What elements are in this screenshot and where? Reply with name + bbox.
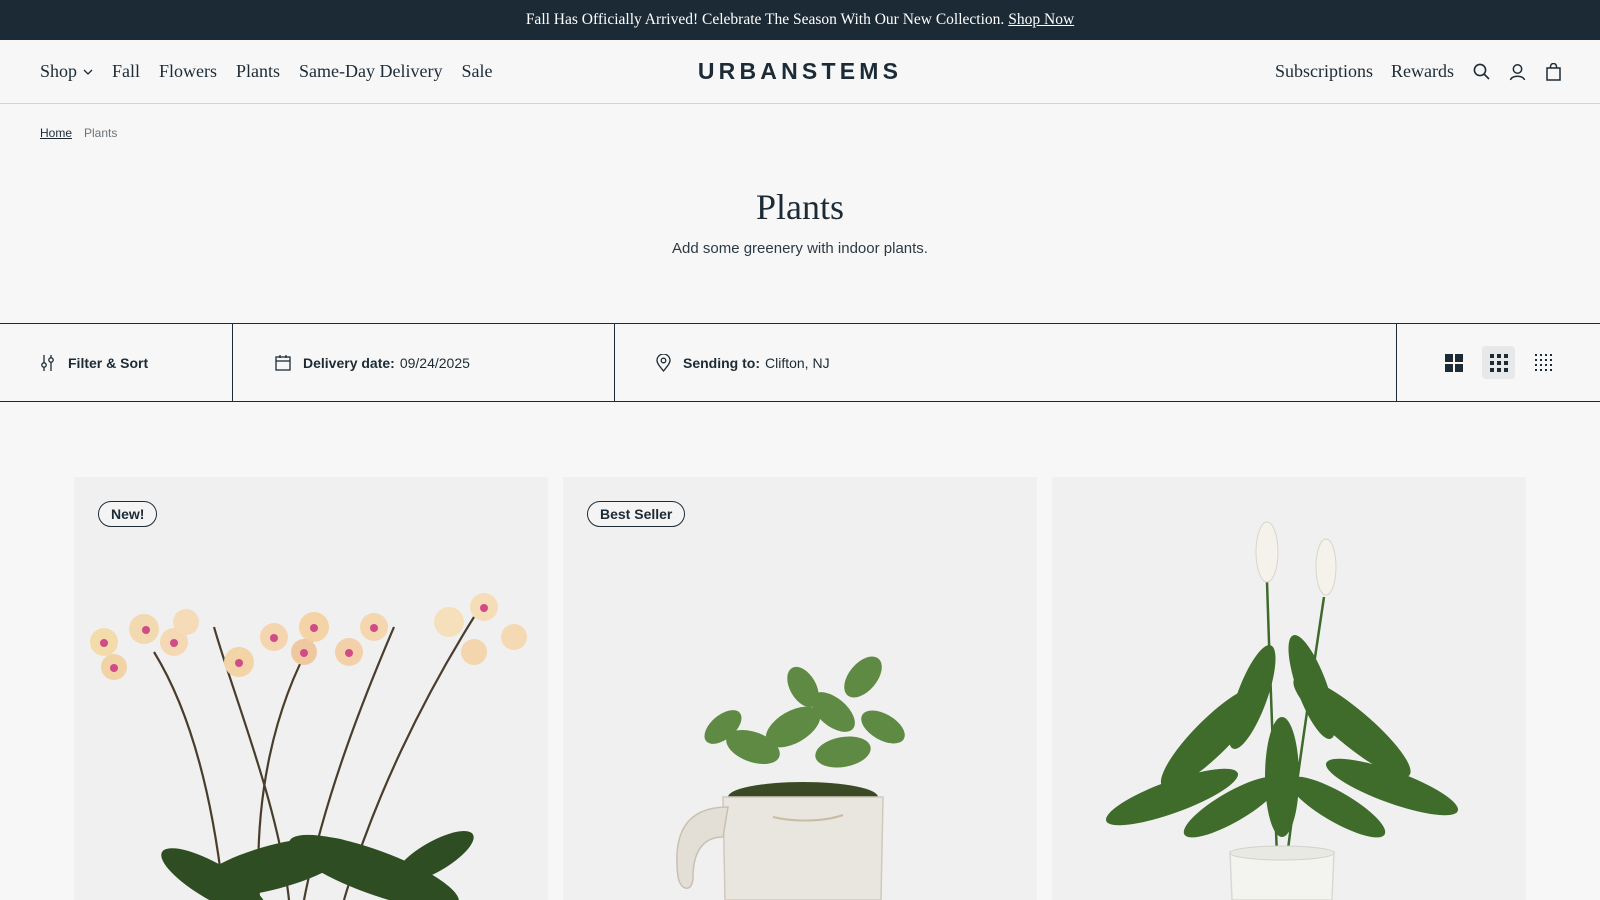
- peace-lily-plant-image: [1105, 521, 1459, 900]
- product-card-orchid[interactable]: New!: [74, 477, 548, 900]
- filter-bar: Filter & Sort Delivery date: 09/24/2025 …: [0, 323, 1600, 402]
- urbanstems-logo[interactable]: URBANSTEMS: [680, 40, 920, 103]
- nav-flowers[interactable]: Flowers: [159, 61, 217, 82]
- secondary-nav: Subscriptions Rewards: [1275, 40, 1562, 103]
- nav-rewards[interactable]: Rewards: [1391, 61, 1454, 82]
- delivery-date-value: 09/24/2025: [399, 354, 470, 371]
- delivery-date-label: Delivery date:: [303, 354, 395, 371]
- product-card-peace-lily[interactable]: [1052, 477, 1526, 900]
- product-badge: New!: [98, 501, 158, 527]
- grid-3x3-icon: [1489, 353, 1508, 372]
- nav-fall[interactable]: Fall: [112, 61, 140, 82]
- location-pin-icon: [656, 353, 671, 372]
- filter-sort-button[interactable]: Filter & Sort: [40, 324, 230, 401]
- medium-grid-view-button[interactable]: [1482, 346, 1515, 379]
- page-title: Plants: [755, 187, 844, 227]
- succulent-elephant-planter-image: [676, 656, 905, 900]
- product-badge: Best Seller: [587, 501, 686, 527]
- product-card-succulent[interactable]: Best Seller: [563, 477, 1037, 900]
- nav-sale[interactable]: Sale: [462, 61, 493, 82]
- filter-sort-label: Filter & Sort: [68, 354, 149, 371]
- announcement-bar: Fall Has Officially Arrived! Celebrate T…: [0, 0, 1600, 40]
- calendar-icon: [275, 354, 291, 371]
- sliders-icon: [40, 354, 56, 372]
- sending-to-location[interactable]: Sending to: Clifton, NJ: [656, 324, 1356, 401]
- breadcrumb-home[interactable]: Home: [40, 126, 72, 140]
- page-subtitle: Add some greenery with indoor plants.: [672, 240, 928, 257]
- grid-4x4-icon: [1534, 353, 1552, 371]
- delivery-date-picker[interactable]: Delivery date: 09/24/2025: [275, 324, 605, 401]
- announcement-text: Fall Has Officially Arrived! Celebrate T…: [525, 11, 1005, 28]
- grid-view-toggle: [1437, 324, 1560, 401]
- divider: [1396, 324, 1397, 401]
- divider: [614, 324, 615, 401]
- sending-to-value: Clifton, NJ: [765, 354, 830, 371]
- nav-subscriptions[interactable]: Subscriptions: [1275, 61, 1373, 82]
- bag-icon[interactable]: [1544, 62, 1562, 81]
- main-navbar: Shop Fall Flowers Plants Same-Day Delive…: [0, 40, 1600, 104]
- breadcrumb-current: Plants: [84, 126, 118, 140]
- sending-to-label: Sending to:: [683, 354, 760, 371]
- primary-nav: Shop Fall Flowers Plants Same-Day Delive…: [40, 40, 493, 103]
- breadcrumb: Home Plants: [40, 126, 117, 140]
- large-grid-view-button[interactable]: [1437, 346, 1470, 379]
- account-icon[interactable]: [1508, 63, 1526, 81]
- divider: [232, 324, 233, 401]
- chevron-down-icon: [83, 69, 93, 75]
- grid-2x2-icon: [1444, 353, 1463, 372]
- small-grid-view-button[interactable]: [1527, 346, 1560, 379]
- nav-shop[interactable]: Shop: [40, 61, 93, 82]
- orchid-plant-image: [90, 593, 527, 900]
- search-icon[interactable]: [1472, 63, 1490, 81]
- nav-same-day-delivery[interactable]: Same-Day Delivery: [299, 61, 442, 82]
- shop-now-link[interactable]: Shop Now: [1008, 11, 1074, 29]
- nav-shop-label: Shop: [40, 61, 78, 81]
- nav-plants[interactable]: Plants: [236, 61, 280, 82]
